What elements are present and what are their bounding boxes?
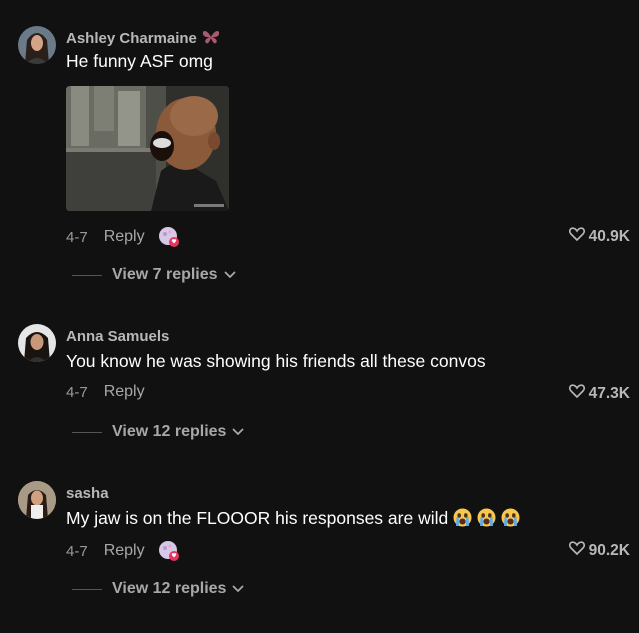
comment-meta: 4-7 Reply xyxy=(66,383,145,401)
comment-text: He funny ASF omg xyxy=(66,51,213,71)
butterfly-icon xyxy=(202,29,220,49)
view-replies-label: View 12 replies xyxy=(112,423,227,440)
comment-date: 4-7 xyxy=(66,228,88,246)
avatar[interactable] xyxy=(18,324,56,362)
view-replies-button[interactable]: View 7 replies xyxy=(72,266,236,284)
gif-image[interactable] xyxy=(66,86,229,211)
crying-face-icon xyxy=(453,508,472,527)
heart-icon xyxy=(568,541,585,560)
view-replies-label: View 7 replies xyxy=(112,266,218,283)
like-count: 47.3K xyxy=(588,384,630,402)
comment-text: My jaw is on the FLOOOR his responses ar… xyxy=(66,508,520,529)
like-count: 90.2K xyxy=(588,541,630,559)
divider xyxy=(72,274,102,276)
divider xyxy=(72,431,102,433)
comment-meta: 4-7 Reply xyxy=(66,540,180,562)
reply-button[interactable]: Reply xyxy=(104,383,145,401)
like-button[interactable]: 40.9K xyxy=(568,227,630,246)
heart-icon xyxy=(568,227,585,246)
avatar[interactable] xyxy=(18,481,56,519)
reply-button[interactable]: Reply xyxy=(104,228,145,246)
username[interactable]: Ashley Charmaine xyxy=(66,29,220,49)
view-replies-button[interactable]: View 12 replies xyxy=(72,423,244,441)
heart-icon xyxy=(568,384,585,403)
view-replies-label: View 12 replies xyxy=(112,580,227,597)
comment-meta: 4-7 Reply xyxy=(66,226,180,248)
chevron-down-icon xyxy=(224,266,236,284)
view-replies-button[interactable]: View 12 replies xyxy=(72,580,244,598)
crying-face-icon xyxy=(501,508,520,527)
avatar[interactable] xyxy=(18,26,56,64)
username[interactable]: sasha xyxy=(66,485,109,502)
sticker-icon[interactable] xyxy=(158,540,180,562)
chevron-down-icon xyxy=(232,423,244,441)
like-button[interactable]: 90.2K xyxy=(568,541,630,560)
like-count: 40.9K xyxy=(588,227,630,245)
chevron-down-icon xyxy=(232,580,244,598)
like-button[interactable]: 47.3K xyxy=(568,384,630,403)
comment-date: 4-7 xyxy=(66,542,88,560)
reply-button[interactable]: Reply xyxy=(104,542,145,560)
comment-text: You know he was showing his friends all … xyxy=(66,351,486,371)
comment-date: 4-7 xyxy=(66,383,88,401)
crying-face-icon xyxy=(477,508,496,527)
username[interactable]: Anna Samuels xyxy=(66,328,169,345)
sticker-icon[interactable] xyxy=(158,226,180,248)
divider xyxy=(72,588,102,590)
